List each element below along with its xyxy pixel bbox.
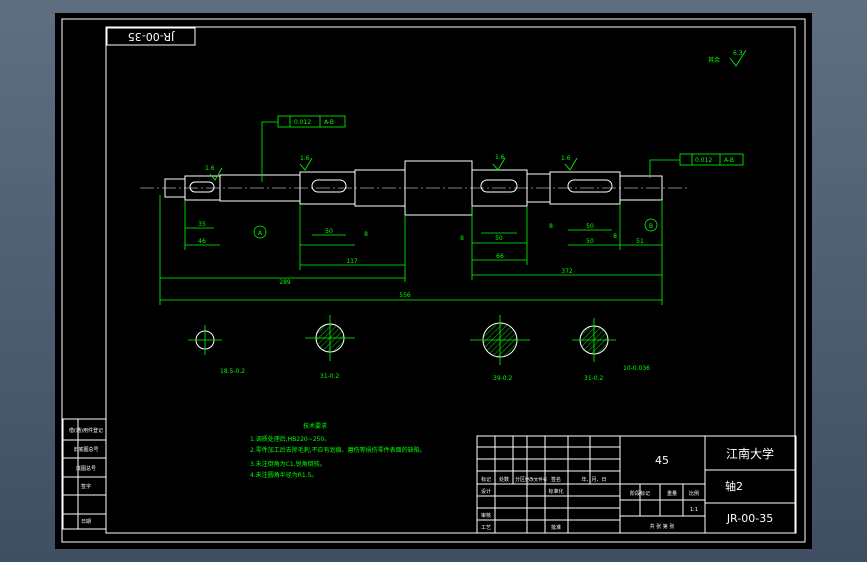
side-label-3: 底图总号 bbox=[76, 465, 96, 472]
tb-standardize: 标准化 bbox=[548, 488, 563, 495]
section-dim-4: 31-0.2 bbox=[584, 375, 604, 382]
dim-66: 66 bbox=[496, 253, 504, 260]
roughness-general-value: 6.3 bbox=[733, 50, 743, 57]
drawing-sheet: JR-00-35 借(通)用件登记 旧底图总号 底图总号 签字 日期 其余 6.… bbox=[55, 13, 812, 549]
roughness-mark-2: 1.6 bbox=[300, 155, 310, 162]
tech-req-item-3: 3.未注倒角为C1,锐角倒钝。 bbox=[250, 460, 326, 468]
tb-scale-value: 1:1 bbox=[690, 507, 698, 513]
tb-drawing-number: JR-00-35 bbox=[726, 512, 773, 525]
side-label-5: 日期 bbox=[81, 519, 91, 525]
tb-date: 年、月、日 bbox=[581, 476, 606, 483]
tolerance-left-value: 0.012 bbox=[294, 119, 311, 126]
roughness-other-label: 其余 bbox=[708, 56, 720, 64]
tb-mark: 标记 bbox=[481, 476, 491, 483]
tb-process: 工艺 bbox=[481, 525, 491, 531]
dim-50-b: 50 bbox=[495, 235, 503, 242]
dim-50-c: 50 bbox=[586, 223, 594, 230]
roughness-mark-1: 1.6 bbox=[205, 165, 215, 172]
dim-8-b: 8 bbox=[460, 235, 464, 242]
tb-zone: 分区 bbox=[515, 476, 525, 483]
dim-8-a: 8 bbox=[364, 231, 368, 238]
section-dim-3: 39-0.2 bbox=[493, 375, 513, 382]
dim-117: 117 bbox=[346, 258, 358, 265]
dim-46: 46 bbox=[198, 238, 206, 245]
side-label-4: 签字 bbox=[81, 483, 91, 490]
datum-b-label: B bbox=[649, 223, 653, 230]
roughness-mark-3: 1.6 bbox=[495, 154, 505, 161]
tb-scale-label: 比例 bbox=[689, 490, 699, 497]
drawing-number-rotated: JR-00-35 bbox=[128, 30, 175, 43]
tb-stage-mark: 阶段标记 bbox=[630, 490, 650, 497]
tolerance-left-datum: A-B bbox=[324, 119, 334, 126]
tb-sign: 签名 bbox=[551, 476, 561, 483]
tolerance-right-value: 0.012 bbox=[695, 157, 712, 164]
tech-req-item-4: 4.未注圆角半径为R1.5。 bbox=[250, 471, 317, 479]
side-label-1: 借(通)用件登记 bbox=[69, 427, 103, 434]
dim-35: 35 bbox=[198, 221, 206, 228]
tb-count: 处数 bbox=[499, 476, 509, 483]
paper bbox=[55, 13, 812, 549]
dim-50-a: 50 bbox=[325, 228, 333, 235]
tb-design: 设计 bbox=[481, 488, 491, 495]
tb-weight: 重量 bbox=[667, 490, 677, 497]
tb-part-name: 轴2 bbox=[725, 479, 743, 493]
roughness-mark-4: 1.6 bbox=[561, 155, 571, 162]
tb-material: 45 bbox=[655, 454, 669, 467]
dim-50-d: 50 bbox=[586, 238, 594, 245]
tb-organization: 江南大学 bbox=[726, 446, 774, 461]
section-dim-2: 31-0.2 bbox=[320, 373, 340, 380]
tech-req-title: 技术要求 bbox=[303, 422, 327, 430]
dim-overall: 556 bbox=[399, 292, 411, 299]
tolerance-right-datum: A-B bbox=[724, 157, 734, 164]
tb-sheets: 共 张 第 张 bbox=[650, 523, 675, 530]
section-dim-5: 10-0.036 bbox=[623, 365, 650, 372]
tech-req-item-2: 2.零件加工后去除毛刺,不应有划痕、磨伤等损伤零件表面的缺陷。 bbox=[250, 446, 426, 454]
dim-289: 289 bbox=[279, 279, 291, 286]
dim-372: 372 bbox=[561, 268, 573, 275]
section-dim-1: 18.5-0.2 bbox=[220, 368, 245, 375]
tb-review: 审核 bbox=[481, 512, 491, 519]
dim-8-c: 8 bbox=[549, 223, 553, 230]
tb-change-doc: 更改文件号 bbox=[525, 476, 548, 483]
dim-8-d: 8 bbox=[613, 233, 617, 240]
tech-req-item-1: 1.调质处理后,HB220~250。 bbox=[250, 435, 330, 443]
dim-51: 51 bbox=[636, 238, 644, 245]
side-label-2: 旧底图总号 bbox=[73, 446, 98, 453]
tb-approve: 批准 bbox=[551, 524, 561, 531]
